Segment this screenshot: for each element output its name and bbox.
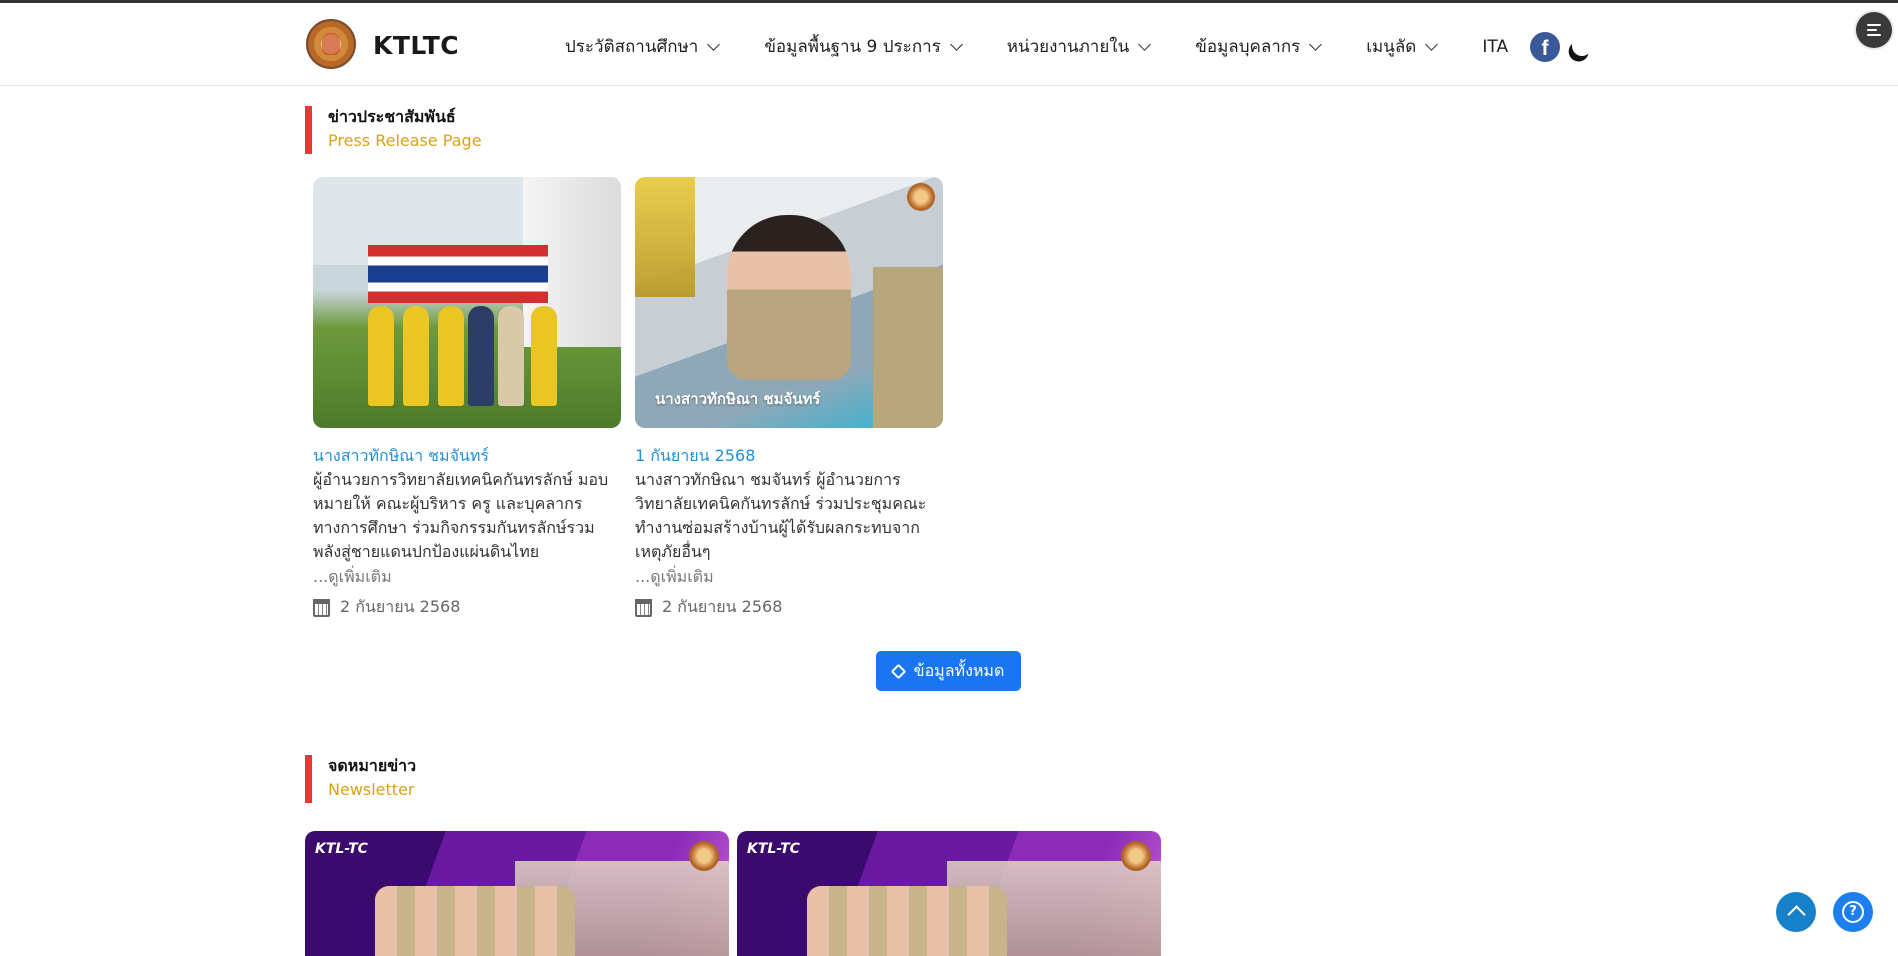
- view-all-label: ข้อมูลทั้งหมด: [913, 660, 1005, 680]
- college-seal-icon: [907, 183, 935, 211]
- nav-history[interactable]: ประวัติสถานศึกษา: [565, 33, 721, 60]
- nav-basic-info[interactable]: ข้อมูลพื้นฐาน 9 ประการ: [764, 33, 963, 60]
- newsletter-title-th: จดหมายข่าว: [328, 756, 417, 775]
- date-text: 2 กันยายน 2568: [340, 597, 461, 616]
- newsletter-tag: KTL-TC: [315, 841, 368, 857]
- nav-shortcut-menu[interactable]: เมนูลัด: [1366, 33, 1439, 60]
- newsletter-section-header: จดหมายข่าว Newsletter: [305, 755, 416, 803]
- calendar-icon: [313, 598, 330, 617]
- press-card-image[interactable]: [313, 177, 621, 428]
- college-seal-icon: [689, 841, 719, 871]
- nav-label: ข้อมูลพื้นฐาน 9 ประการ: [764, 37, 941, 57]
- nav-ita[interactable]: ITA: [1482, 37, 1508, 57]
- press-card-date: 2 กันยายน 2568: [313, 595, 621, 620]
- chevron-down-icon: [1138, 37, 1152, 51]
- college-seal-icon: [1121, 841, 1151, 871]
- view-all-button[interactable]: ข้อมูลทั้งหมด: [876, 651, 1021, 691]
- help-button[interactable]: [1833, 892, 1873, 932]
- dark-mode-moon-icon[interactable]: [1569, 33, 1595, 59]
- newsletter-tag: KTL-TC: [747, 841, 800, 857]
- press-card-title[interactable]: นางสาวทักษิณา ชมจันทร์: [313, 444, 621, 468]
- press-section-header: ข่าวประชาสัมพันธ์ Press Release Page: [305, 106, 482, 154]
- press-card[interactable]: นางสาวทักษิณา ชมจันทร์ ผู้อำนวยการวิทยาล…: [313, 177, 621, 620]
- image-caption: นางสาวทักษิณา ชมจันทร์: [655, 390, 821, 408]
- site-header: KTLTC ประวัติสถานศึกษา ข้อมูลพื้นฐาน 9 ป…: [0, 3, 1898, 86]
- scroll-to-top-button[interactable]: [1776, 892, 1816, 932]
- main-nav: ประวัติสถานศึกษา ข้อมูลพื้นฐาน 9 ประการ …: [565, 33, 1554, 60]
- read-more-link[interactable]: ...ดูเพิ่มเติม: [635, 565, 943, 589]
- nav-label: เมนูลัด: [1366, 37, 1417, 57]
- facebook-icon[interactable]: f: [1530, 32, 1560, 62]
- press-card-title[interactable]: 1 กันยายน 2568: [635, 444, 943, 468]
- read-more-link[interactable]: ...ดูเพิ่มเติม: [313, 565, 621, 589]
- nav-label: ประวัติสถานศึกษา: [565, 37, 699, 57]
- chevron-down-icon: [949, 37, 963, 51]
- press-title-th: ข่าวประชาสัมพันธ์: [328, 107, 456, 126]
- calendar-icon: [635, 598, 652, 617]
- newsletter-card[interactable]: KTL-TC: [737, 831, 1161, 956]
- press-card[interactable]: นางสาวทักษิณา ชมจันทร์ 1 กันยายน 2568 นา…: [635, 177, 943, 620]
- diamond-icon: [890, 663, 906, 679]
- date-text: 2 กันยายน 2568: [662, 597, 783, 616]
- press-card-date: 2 กันยายน 2568: [635, 595, 943, 620]
- chevron-down-icon: [1309, 37, 1323, 51]
- nav-label: ข้อมูลบุคลากร: [1195, 37, 1301, 57]
- nav-label: หน่วยงานภายใน: [1006, 37, 1130, 57]
- press-title-en: Press Release Page: [328, 131, 482, 150]
- newsletter-card[interactable]: KTL-TC: [305, 831, 729, 956]
- college-logo[interactable]: [306, 19, 356, 69]
- chevron-down-icon: [707, 37, 721, 51]
- brand-name[interactable]: KTLTC: [373, 31, 459, 60]
- chevron-down-icon: [1425, 37, 1439, 51]
- nav-personnel[interactable]: ข้อมูลบุคลากร: [1195, 33, 1323, 60]
- newsletter-title-en: Newsletter: [328, 780, 415, 799]
- press-card-image[interactable]: นางสาวทักษิณา ชมจันทร์: [635, 177, 943, 428]
- menu-toggle-button[interactable]: [1856, 12, 1892, 48]
- nav-internal-units[interactable]: หน่วยงานภายใน: [1006, 33, 1152, 60]
- nav-label: ITA: [1482, 36, 1509, 57]
- press-card-desc: นางสาวทักษิณา ชมจันทร์ ผู้อำนวยการวิทยาล…: [635, 470, 927, 561]
- press-card-desc: ผู้อำนวยการวิทยาลัยเทคนิคกันทรลักษ์ มอบห…: [313, 470, 609, 561]
